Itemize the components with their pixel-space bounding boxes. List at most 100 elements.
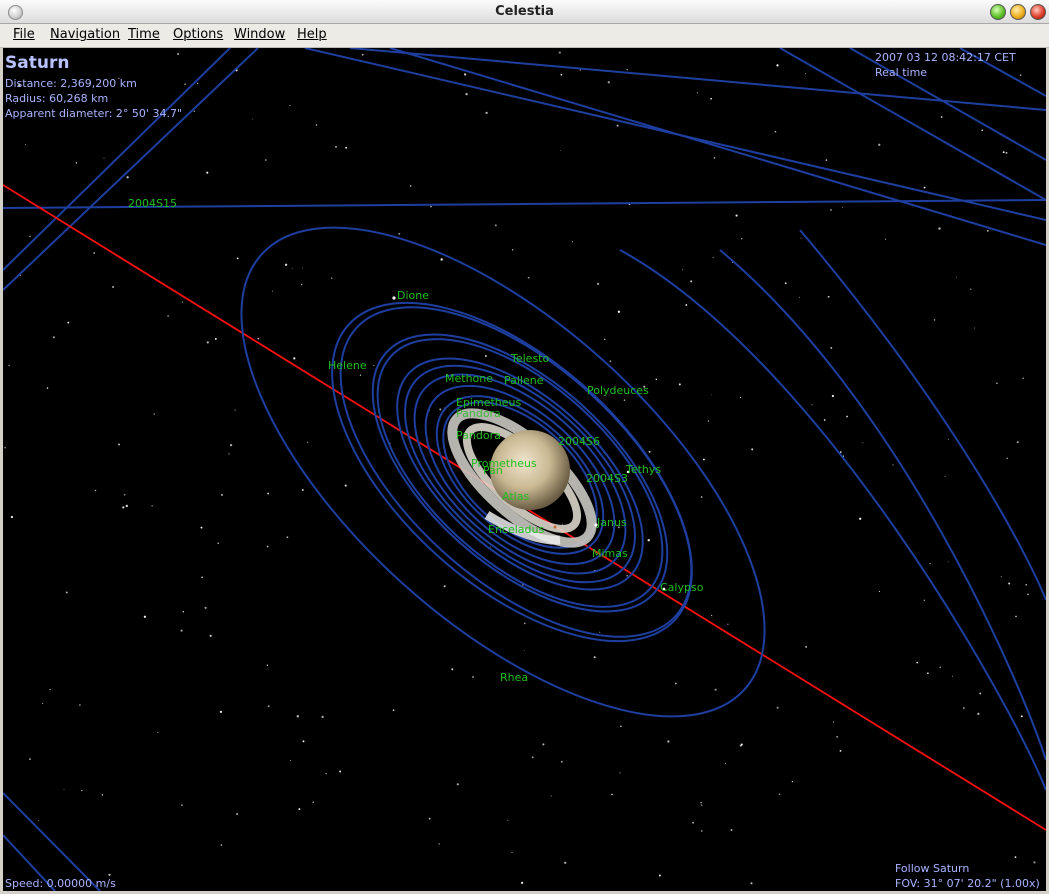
star xyxy=(359,374,362,376)
star xyxy=(101,794,104,796)
star xyxy=(430,205,432,208)
star xyxy=(741,238,743,240)
menu-help[interactable]: Help xyxy=(297,27,327,42)
datetime-readout: 2007 03 12 08:42:17 CET xyxy=(875,51,1016,64)
label-dione[interactable]: Dione xyxy=(397,289,429,302)
star xyxy=(1008,582,1011,585)
star xyxy=(79,704,81,706)
star xyxy=(685,304,688,306)
star xyxy=(286,536,289,539)
star xyxy=(167,315,169,317)
label-pallene[interactable]: Pallene xyxy=(504,374,544,387)
star xyxy=(830,346,833,349)
star xyxy=(774,130,777,133)
fov-readout: FOV: 31° 07' 20.2" (1.00x) xyxy=(895,877,1040,890)
star xyxy=(267,705,270,708)
star xyxy=(511,249,514,251)
star xyxy=(465,92,468,96)
star xyxy=(81,790,83,792)
label-polydeuces[interactable]: Polydeuces xyxy=(587,384,649,397)
label-2004s15[interactable]: 2004S15 xyxy=(128,197,177,210)
label-pan[interactable]: Pan xyxy=(483,464,503,477)
3d-viewport[interactable]: Saturn Distance: 2,369,200 km Radius: 60… xyxy=(3,48,1046,891)
label-helene[interactable]: Helene xyxy=(328,359,367,372)
star xyxy=(296,715,299,718)
star xyxy=(289,104,291,106)
star xyxy=(220,493,224,497)
minimize-icon[interactable] xyxy=(990,4,1006,20)
label-methone[interactable]: Methone xyxy=(445,372,493,385)
star xyxy=(67,321,70,324)
label-pandora-overlap[interactable]: Pandora xyxy=(456,407,501,420)
star xyxy=(290,759,292,761)
menu-navigation[interactable]: Navigation xyxy=(50,27,120,42)
star xyxy=(206,171,209,174)
star xyxy=(692,821,694,824)
star xyxy=(236,257,239,260)
menu-window[interactable]: Window xyxy=(234,27,285,42)
star xyxy=(561,523,563,525)
label-2004s6[interactable]: 2004S6 xyxy=(558,435,600,448)
label-calypso[interactable]: Calypso xyxy=(660,581,703,594)
label-enceladus[interactable]: Enceladus xyxy=(488,523,544,536)
menu-options[interactable]: Options xyxy=(173,27,223,42)
star xyxy=(658,874,661,877)
star xyxy=(776,706,779,709)
star xyxy=(472,676,474,678)
star xyxy=(619,772,621,774)
star xyxy=(878,590,881,593)
star xyxy=(564,861,567,864)
star xyxy=(184,83,186,85)
label-prometheus[interactable]: Prometheus xyxy=(471,457,537,470)
star xyxy=(75,162,78,164)
star xyxy=(264,159,267,161)
star xyxy=(214,337,217,340)
star xyxy=(527,276,530,279)
star xyxy=(489,546,491,548)
star xyxy=(805,73,806,75)
label-rhea[interactable]: Rhea xyxy=(500,671,528,684)
menu-time[interactable]: Time xyxy=(128,27,160,42)
star xyxy=(620,725,622,728)
star xyxy=(751,448,754,451)
star xyxy=(219,710,222,714)
close-icon[interactable] xyxy=(1030,4,1046,20)
star xyxy=(938,227,941,230)
star xyxy=(940,116,943,118)
star xyxy=(217,542,219,544)
star xyxy=(707,420,710,422)
star xyxy=(284,263,288,266)
star xyxy=(607,81,610,84)
menu-file[interactable]: File xyxy=(13,27,35,42)
star xyxy=(1002,151,1005,154)
star xyxy=(122,506,125,509)
label-mimas[interactable]: Mimas xyxy=(592,547,628,560)
speed-readout: Speed: 0.00000 m/s xyxy=(5,877,116,890)
title-bar[interactable]: Celestia xyxy=(0,0,1049,24)
star xyxy=(94,489,97,492)
radius-readout: Radius: 60,268 km xyxy=(5,92,109,105)
star xyxy=(42,703,44,705)
star xyxy=(884,238,887,240)
star xyxy=(1033,861,1036,864)
star xyxy=(345,146,348,149)
label-atlas[interactable]: Atlas xyxy=(502,490,529,503)
star xyxy=(1015,615,1017,618)
star xyxy=(560,150,562,151)
label-2004s3[interactable]: 2004S3 xyxy=(586,472,628,485)
star xyxy=(494,224,497,227)
label-pandora[interactable]: Pandora xyxy=(456,429,501,442)
star xyxy=(125,504,128,508)
star xyxy=(38,820,40,821)
star xyxy=(841,206,843,208)
star xyxy=(963,707,965,709)
star xyxy=(750,882,753,885)
star xyxy=(182,610,185,613)
star xyxy=(735,214,738,217)
maximize-icon[interactable] xyxy=(1010,4,1026,20)
label-tethys[interactable]: Tethys xyxy=(626,463,661,476)
label-telesto[interactable]: Telesto xyxy=(511,352,549,365)
label-janus[interactable]: Janus xyxy=(597,516,627,529)
star xyxy=(201,576,203,579)
star xyxy=(944,475,946,477)
